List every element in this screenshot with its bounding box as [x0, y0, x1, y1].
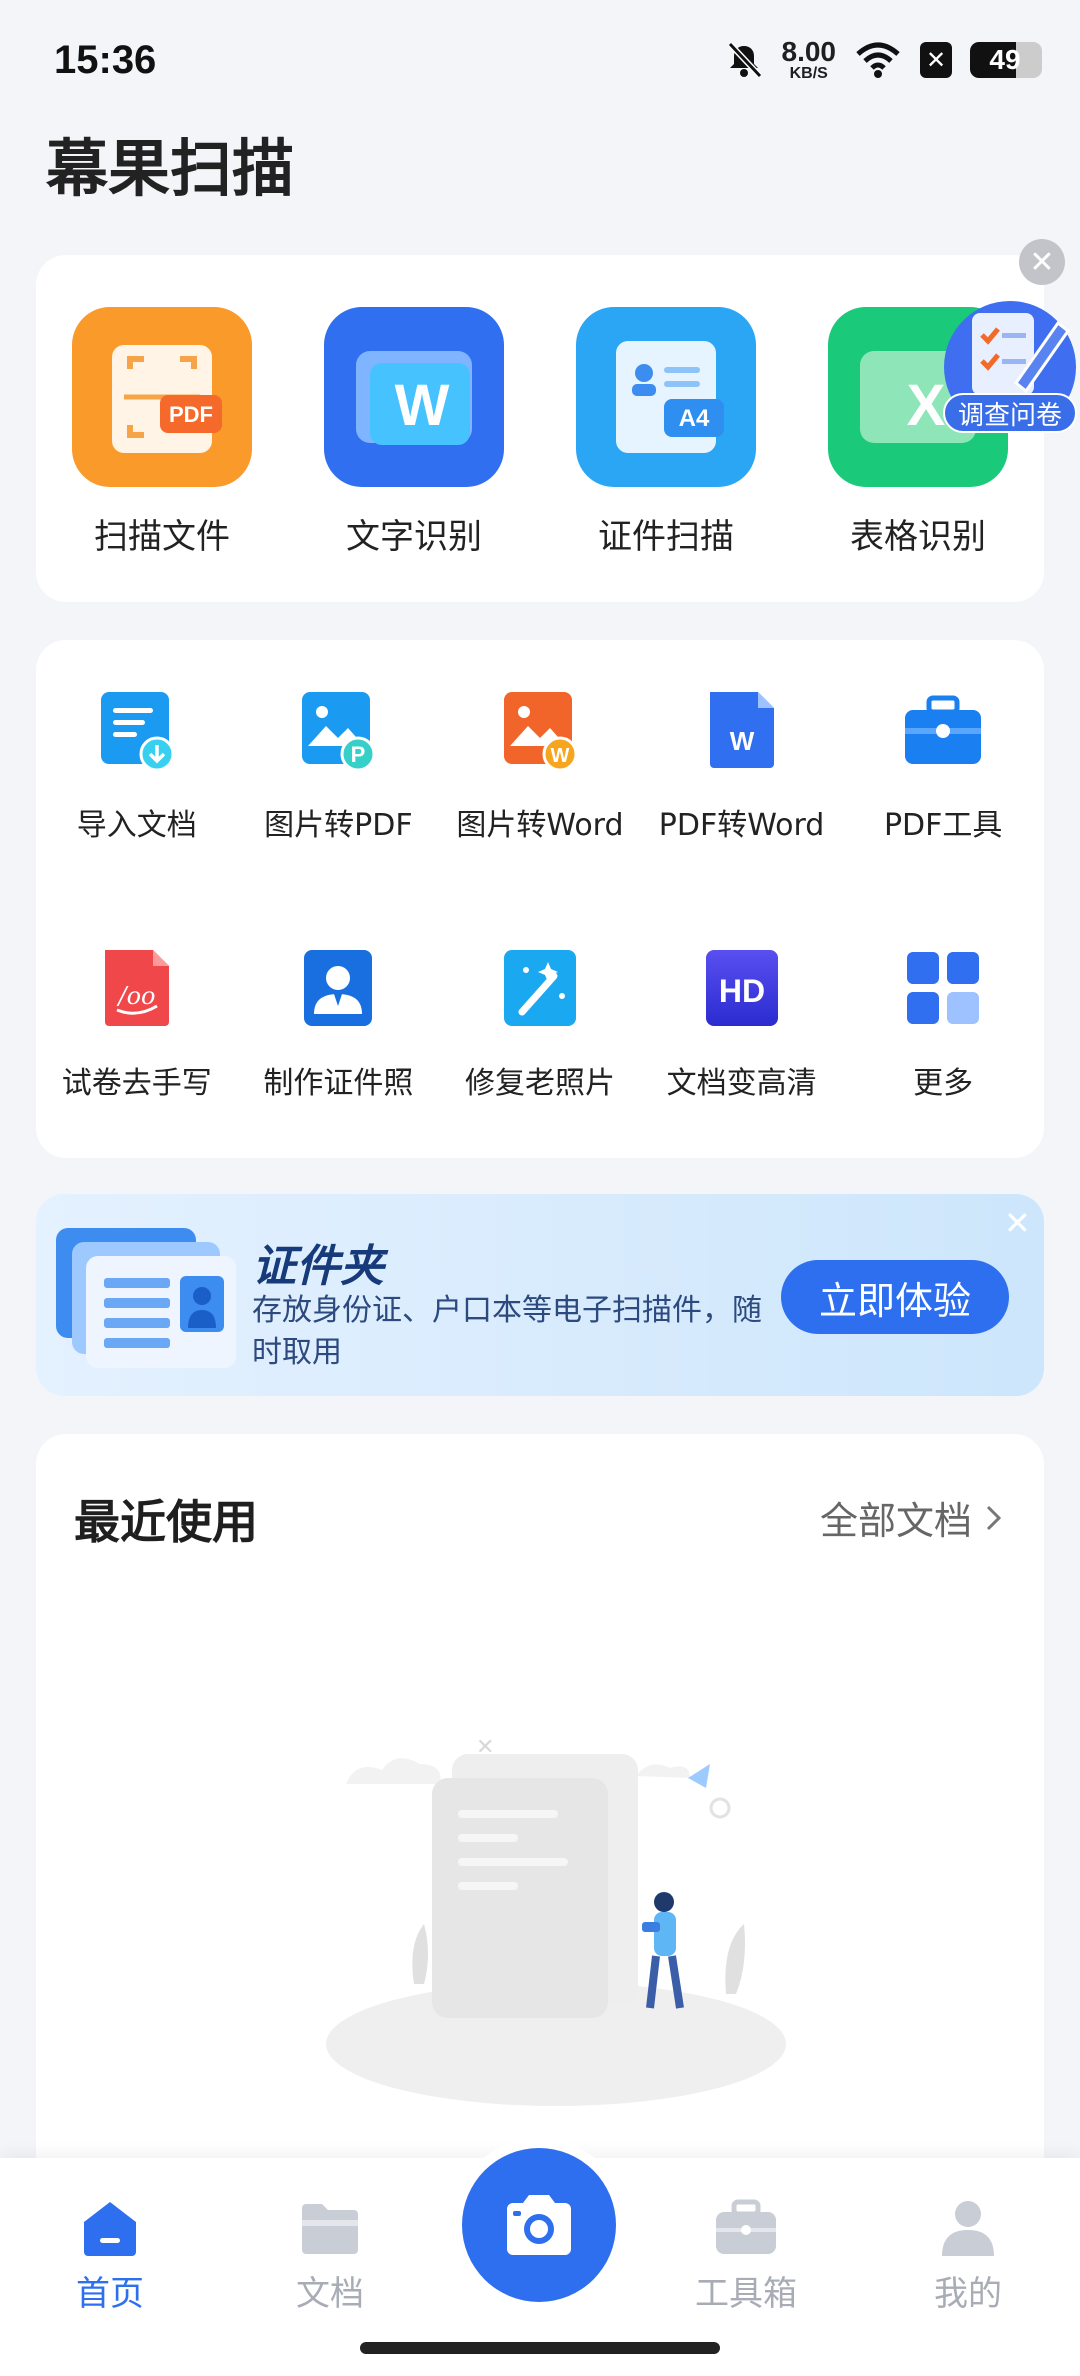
- tool-remove-handwriting[interactable]: /oo 试卷去手写: [36, 946, 238, 1102]
- status-time: 15:36: [54, 38, 157, 82]
- tool-id-photo[interactable]: 制作证件照: [238, 946, 440, 1102]
- banner-description: 存放身份证、户口本等电子扫描件，随时取用: [252, 1293, 762, 1370]
- nav-label: 我的: [934, 2274, 1002, 2314]
- feature-text-recognition[interactable]: W 文字识别: [324, 307, 504, 558]
- close-banner-icon[interactable]: ✕: [1004, 1204, 1031, 1242]
- image-to-word-icon: W: [503, 692, 578, 772]
- tool-label: PDF转Word: [658, 808, 825, 843]
- svg-text:W: W: [729, 726, 754, 756]
- tool-image-to-pdf[interactable]: P 图片转PDF: [238, 688, 440, 844]
- id-photo-icon: [304, 950, 373, 1026]
- tools-card: 导入文档 P 图片转PDF W 图片转Word W PDF转Word PDF工具…: [36, 640, 1044, 1158]
- tool-more[interactable]: 更多: [842, 946, 1044, 1102]
- svg-text:P: P: [351, 742, 366, 767]
- camera-icon: [507, 2195, 571, 2255]
- folder-icon: [302, 2204, 358, 2254]
- svg-text:/oo: /oo: [116, 982, 155, 1010]
- grid-more-icon: [907, 952, 980, 1024]
- feature-label: 扫描文件: [94, 517, 230, 557]
- tool-image-to-word[interactable]: W 图片转Word: [439, 688, 641, 844]
- tool-label: 图片转PDF: [264, 808, 413, 843]
- app-title: 幕果扫描: [46, 132, 295, 205]
- tool-label: 更多: [913, 1066, 974, 1101]
- id-folder-icon: [56, 1228, 236, 1368]
- sim-x-icon: ✕: [920, 42, 952, 78]
- nav-docs[interactable]: 文档: [260, 2198, 400, 2315]
- feature-label: 证件扫描: [598, 517, 734, 557]
- recent-card: 最近使用 全部文档 ✕: [36, 1434, 1044, 2194]
- feature-scan-file[interactable]: PDF 扫描文件: [72, 307, 252, 558]
- battery-icon: 49: [970, 42, 1042, 78]
- recent-title: 最近使用: [74, 1495, 258, 1549]
- tool-label: 导入文档: [76, 808, 197, 843]
- main-features-card: PDF 扫描文件 W 文字识别 A4 证件扫描 X 表格识别: [36, 255, 1044, 602]
- svg-text:W: W: [551, 745, 570, 767]
- survey-label[interactable]: 调查问卷: [943, 393, 1077, 433]
- home-icon: [84, 2202, 136, 2256]
- tool-hd-document[interactable]: HD 文档变高清: [641, 946, 843, 1102]
- status-bar: 15:36 8.00 KB/S ✕ 49: [0, 0, 1080, 120]
- mute-bell-icon: [727, 41, 762, 79]
- nav-home[interactable]: 首页: [40, 2198, 180, 2315]
- nav-label: 文档: [296, 2274, 364, 2314]
- status-icons: 8.00 KB/S ✕ 49: [724, 36, 1042, 82]
- word-icon: W: [324, 307, 504, 487]
- scan-pdf-icon: PDF: [72, 307, 252, 487]
- svg-text:HD: HD: [718, 973, 764, 1009]
- nav-mine[interactable]: 我的: [898, 2198, 1038, 2315]
- svg-text:A4: A4: [679, 405, 710, 432]
- image-to-pdf-icon: P: [302, 692, 376, 772]
- empty-state-illustration: ✕: [326, 1735, 786, 2106]
- user-icon: [942, 2201, 994, 2256]
- tool-label: 修复老照片: [464, 1066, 615, 1101]
- nav-label: 首页: [76, 2274, 144, 2314]
- import-doc-icon: [100, 692, 175, 772]
- wifi-icon: [856, 42, 900, 78]
- tool-label: 文档变高清: [666, 1066, 817, 1101]
- tool-label: PDF工具: [883, 808, 1003, 843]
- home-indicator[interactable]: [360, 2342, 720, 2354]
- feature-label: 表格识别: [850, 517, 986, 557]
- tool-pdf-to-word[interactable]: W PDF转Word: [641, 688, 843, 844]
- remove-handwriting-icon: /oo: [104, 950, 169, 1026]
- magic-wand-icon: [503, 950, 576, 1026]
- id-folder-banner[interactable]: 证件夹 存放身份证、户口本等电子扫描件，随时取用 立即体验 ✕: [36, 1194, 1044, 1396]
- camera-scan-button[interactable]: [462, 2148, 616, 2302]
- network-speed: 8.00 KB/S: [781, 36, 837, 82]
- toolbox-nav-icon: [716, 2199, 776, 2254]
- all-docs-link[interactable]: 全部文档: [820, 1490, 1004, 1545]
- nav-toolbox[interactable]: 工具箱: [676, 2198, 816, 2315]
- toolbox-icon: [905, 695, 982, 764]
- id-card-a4-icon: A4: [576, 307, 756, 487]
- tool-pdf-tools[interactable]: PDF工具: [842, 688, 1044, 844]
- svg-text:PDF: PDF: [169, 402, 213, 427]
- hd-icon: HD: [705, 950, 778, 1026]
- feature-id-scan[interactable]: A4 证件扫描: [576, 307, 756, 558]
- tool-label: 试卷去手写: [61, 1066, 212, 1101]
- pdf-to-word-icon: W: [709, 692, 774, 768]
- chevron-right-icon: [986, 1505, 1002, 1530]
- try-now-button[interactable]: 立即体验: [781, 1260, 1009, 1334]
- tool-restore-photo[interactable]: 修复老照片: [439, 946, 641, 1102]
- svg-text:W: W: [395, 373, 450, 438]
- tool-label: 图片转Word: [456, 808, 624, 843]
- tool-label: 制作证件照: [263, 1066, 414, 1101]
- tool-import-doc[interactable]: 导入文档: [36, 688, 238, 844]
- nav-label: 工具箱: [695, 2274, 797, 2314]
- banner-title: 证件夹: [252, 1241, 384, 1292]
- feature-label: 文字识别: [346, 517, 482, 557]
- close-survey-button[interactable]: ✕: [1019, 239, 1065, 285]
